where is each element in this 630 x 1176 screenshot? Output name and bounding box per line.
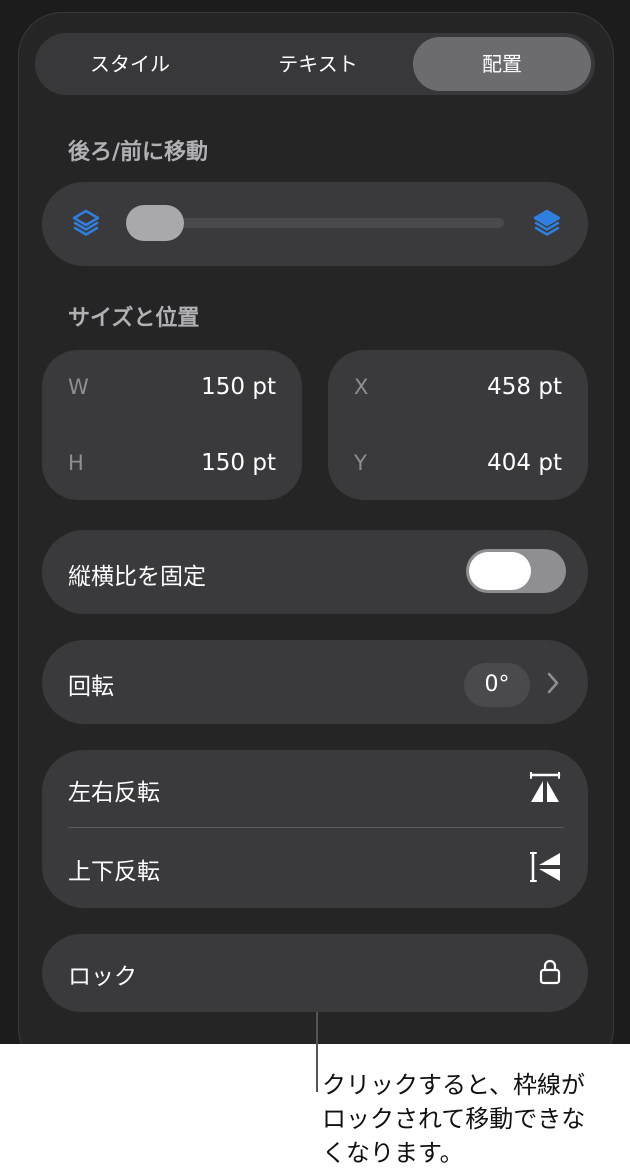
y-field[interactable]: 404 pt: [426, 450, 562, 476]
callout-line-2: ロックされて移動できな: [322, 1105, 586, 1133]
flip-horizontal-icon[interactable]: [528, 772, 562, 804]
arrange-slider-track[interactable]: [150, 218, 504, 228]
toggle-knob: [469, 552, 531, 590]
section-title-size-position: サイズと位置: [68, 306, 200, 331]
callout-text: クリックすると、枠線が ロックされて移動できな くなります。: [322, 1068, 622, 1170]
tab-style[interactable]: スタイル: [35, 33, 225, 95]
flip-vertical-label[interactable]: 上下反転: [68, 852, 160, 886]
layers-front-icon[interactable]: [532, 208, 562, 238]
callout-line-1: クリックすると、枠線が: [322, 1071, 586, 1099]
width-field[interactable]: 150 pt: [140, 374, 276, 400]
size-card: [42, 350, 302, 500]
height-field[interactable]: 150 pt: [140, 450, 276, 476]
flip-vertical-icon[interactable]: [530, 850, 562, 884]
lock-label: ロック: [68, 964, 137, 990]
y-label: Y: [354, 451, 367, 475]
x-label: X: [354, 375, 369, 399]
layers-back-icon[interactable]: [71, 208, 101, 238]
aspect-ratio-label: 縦横比を固定: [68, 564, 206, 590]
lock-icon[interactable]: [538, 958, 562, 986]
rotate-value[interactable]: 0°: [464, 663, 530, 707]
flip-horizontal-label[interactable]: 左右反転: [68, 773, 160, 807]
tab-arrange[interactable]: 配置: [413, 37, 591, 91]
flip-divider: [68, 827, 564, 828]
section-title-arrange: 後ろ/前に移動: [68, 140, 209, 165]
tab-text[interactable]: テキスト: [223, 33, 413, 95]
rotate-label: 回転: [68, 674, 114, 700]
height-label: H: [68, 451, 84, 475]
callout-line-3: くなります。: [322, 1139, 464, 1167]
format-tabs: スタイル テキスト 配置: [35, 33, 595, 95]
screen: スタイル テキスト 配置 後ろ/前に移動 サイズと位置 W 150 pt H 1…: [0, 0, 630, 1044]
x-field[interactable]: 458 pt: [426, 374, 562, 400]
aspect-ratio-toggle[interactable]: [466, 549, 566, 593]
callout-line: [316, 1012, 318, 1092]
arrange-slider-thumb[interactable]: [126, 205, 184, 241]
chevron-right-icon[interactable]: [544, 670, 562, 696]
position-card: [328, 350, 588, 500]
width-label: W: [68, 375, 89, 399]
